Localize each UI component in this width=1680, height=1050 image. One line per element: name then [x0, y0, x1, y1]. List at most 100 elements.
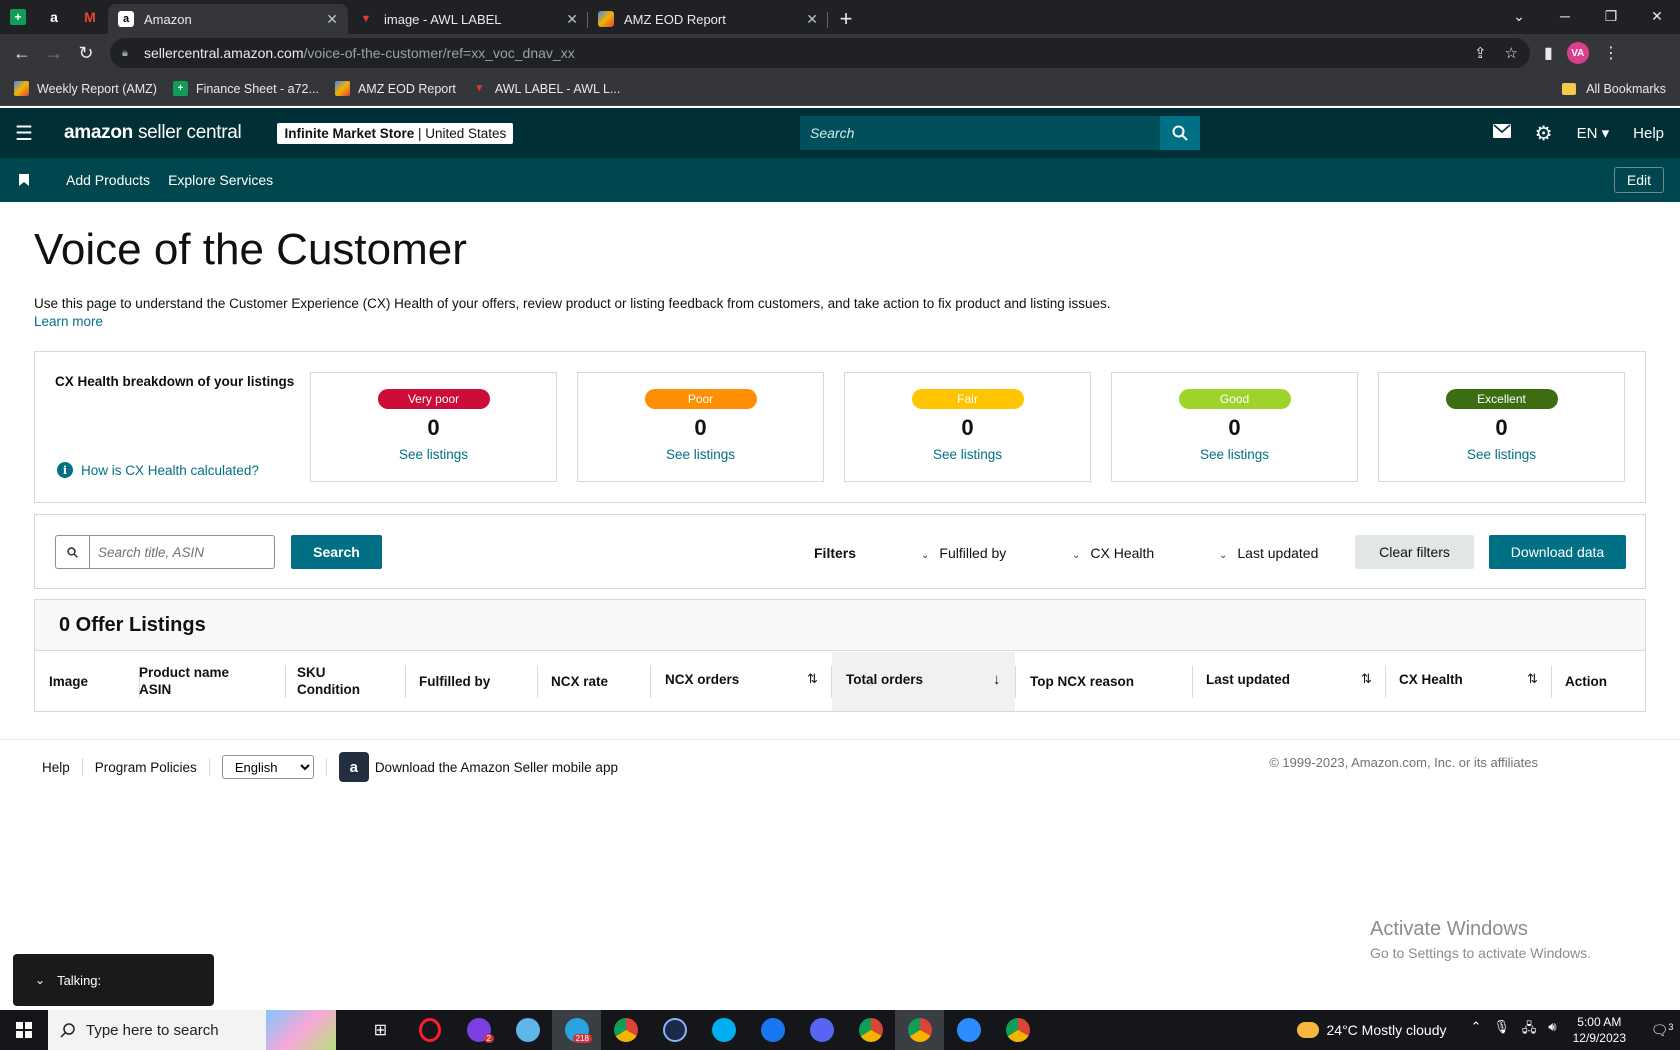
listing-search-field[interactable]: Search title, ASIN — [55, 535, 275, 569]
column-sku[interactable]: SKU Condition — [297, 664, 360, 698]
store-selector[interactable]: Infinite Market Store | United States — [277, 122, 514, 144]
chrome-profile-3-icon[interactable] — [993, 1010, 1042, 1050]
sort-icon[interactable]: ⇅ — [1527, 671, 1538, 687]
volume-icon[interactable]: 🔊︎ — [1548, 1019, 1556, 1041]
column-total-orders[interactable]: Total orders — [846, 671, 923, 688]
minimize-button[interactable]: ─ — [1542, 0, 1588, 32]
menu-kebab-icon[interactable]: ⋮ — [1603, 43, 1619, 63]
forward-button[interactable]: → — [38, 37, 70, 69]
zoom-icon[interactable] — [944, 1010, 993, 1050]
tab-eod-report[interactable]: AMZ EOD Report ✕ — [588, 4, 828, 34]
sort-descending-icon[interactable]: ↓ — [993, 671, 1001, 688]
chevron-up-icon[interactable]: ⌃ — [1470, 1019, 1481, 1041]
profile-avatar[interactable]: VA — [1566, 42, 1589, 64]
address-bar[interactable]: 🔒︎ sellercentral.amazon.com /voice-of-th… — [110, 38, 1530, 68]
cx-health-how-link[interactable]: i How is CX Health calculated? — [57, 462, 259, 478]
restore-button[interactable]: ❐ — [1588, 0, 1634, 32]
pinned-tab-amazon[interactable]: a — [36, 0, 72, 34]
facebook-icon[interactable] — [748, 1010, 797, 1050]
microphone-icon[interactable]: 🎙︎ — [1493, 1019, 1510, 1041]
pinned-tab-gmail[interactable]: M — [72, 0, 108, 34]
windows-start-icon[interactable] — [0, 1010, 48, 1050]
talking-widget[interactable]: ⌄ Talking: — [13, 954, 214, 1006]
tab-amazon[interactable]: a Amazon ✕ — [108, 4, 348, 34]
sidepanel-icon[interactable]: ▮ — [1544, 43, 1553, 63]
see-listings-link[interactable]: See listings — [578, 447, 823, 462]
column-product-name[interactable]: Product name ASIN — [139, 664, 229, 698]
search-button[interactable]: Search — [291, 535, 382, 569]
opera-gx-icon[interactable]: 2 — [454, 1010, 503, 1050]
task-view-icon[interactable]: ⊞ — [356, 1010, 405, 1050]
notification-icon[interactable]: 🗨︎ 3 — [1644, 1022, 1680, 1039]
reload-button[interactable]: ↻ — [70, 37, 102, 69]
gear-icon[interactable]: ⚙ — [1535, 121, 1553, 146]
sort-icon[interactable]: ⇅ — [807, 671, 818, 687]
see-listings-link[interactable]: See listings — [1112, 447, 1357, 462]
add-products-link[interactable]: Add Products — [66, 172, 150, 188]
footer-app-link[interactable]: Download the Amazon Seller mobile app — [375, 760, 618, 775]
tab-search-icon[interactable]: ⌄ — [1496, 0, 1542, 32]
sort-icon[interactable]: ⇅ — [1361, 671, 1372, 687]
learn-more-link[interactable]: Learn more — [34, 314, 103, 329]
amazon-app-icon[interactable]: a — [338, 752, 369, 782]
search-input[interactable]: Search — [800, 125, 1160, 141]
bookmark-finance-sheet[interactable]: + Finance Sheet - a72... — [172, 81, 319, 96]
column-last-updated[interactable]: Last updated — [1206, 671, 1290, 688]
bookmark-awl-label[interactable]: ▼ AWL LABEL - AWL L... — [472, 81, 620, 96]
footer-help-link[interactable]: Help — [42, 760, 70, 775]
see-listings-link[interactable]: See listings — [1379, 447, 1624, 462]
taskbar-clock[interactable]: 5:00 AM 12/9/2023 — [1573, 1014, 1626, 1046]
clock-app-icon[interactable] — [650, 1010, 699, 1050]
opera-icon[interactable] — [405, 1010, 454, 1050]
close-icon[interactable]: ✕ — [566, 11, 578, 28]
bookmark-star-icon[interactable]: ☆ — [1505, 44, 1518, 62]
telegram-icon[interactable]: 218 — [552, 1010, 601, 1050]
column-fulfilled-by[interactable]: Fulfilled by — [419, 673, 490, 690]
taskbar-search[interactable]: Type here to search — [48, 1010, 336, 1050]
bookmark-weekly-report[interactable]: Weekly Report (AMZ) — [14, 81, 157, 96]
bookmark-eod-report[interactable]: AMZ EOD Report — [334, 81, 456, 96]
edit-button[interactable]: Edit — [1613, 167, 1664, 193]
column-ncx-rate[interactable]: NCX rate — [551, 673, 608, 690]
explore-services-link[interactable]: Explore Services — [168, 172, 273, 188]
discord-icon[interactable] — [797, 1010, 846, 1050]
bookmark-icon[interactable] — [0, 174, 48, 186]
network-icon[interactable]: 🖧︎ — [1522, 1019, 1537, 1041]
chevron-down-icon: ⌄ — [1072, 550, 1081, 561]
fulfilled-by-dropdown[interactable]: ⌄ Fulfilled by — [921, 545, 1006, 561]
search-button[interactable] — [1160, 116, 1200, 150]
weather-widget[interactable]: 24°C Mostly cloudy — [1296, 1022, 1446, 1038]
footer-policies-link[interactable]: Program Policies — [95, 760, 197, 775]
see-listings-link[interactable]: See listings — [311, 447, 556, 462]
chrome-profile-va-icon[interactable] — [895, 1010, 944, 1050]
help-link[interactable]: Help — [1633, 125, 1664, 142]
column-ncx-orders[interactable]: NCX orders — [665, 671, 739, 688]
footer-language-select[interactable]: English — [221, 755, 314, 779]
share-icon[interactable]: ⇪ — [1474, 44, 1487, 62]
close-icon[interactable]: ✕ — [806, 11, 818, 28]
column-divider — [1015, 666, 1016, 698]
all-bookmarks[interactable]: All Bookmarks — [1562, 72, 1666, 106]
back-button[interactable]: ← — [6, 37, 38, 69]
close-icon[interactable]: ✕ — [326, 11, 338, 28]
tab-awl-label[interactable]: ▼ image - AWL LABEL ✕ — [348, 4, 588, 34]
skype-icon[interactable] — [699, 1010, 748, 1050]
mail-icon[interactable] — [1492, 124, 1511, 142]
seller-central-logo[interactable]: amazon seller central — [64, 122, 242, 144]
last-updated-dropdown[interactable]: ⌄ Last updated — [1219, 545, 1318, 561]
cx-health-dropdown[interactable]: ⌄ CX Health — [1072, 545, 1154, 561]
see-listings-link[interactable]: See listings — [845, 447, 1090, 462]
clear-filters-button[interactable]: Clear filters — [1355, 535, 1474, 569]
listing-search-input[interactable]: Search title, ASIN — [90, 545, 204, 560]
paint-icon[interactable] — [503, 1010, 552, 1050]
close-window-button[interactable]: ✕ — [1634, 0, 1680, 32]
column-top-ncx-reason[interactable]: Top NCX reason — [1030, 673, 1134, 690]
column-cx-health[interactable]: CX Health — [1399, 671, 1463, 688]
language-selector[interactable]: EN ▾ — [1577, 124, 1610, 142]
pinned-tab-sheets[interactable]: + — [0, 0, 36, 34]
chrome-icon[interactable] — [601, 1010, 650, 1050]
new-tab-button[interactable]: + — [828, 4, 864, 34]
chrome-profile-w-icon[interactable] — [846, 1010, 895, 1050]
hamburger-menu-icon[interactable]: ☰ — [0, 108, 48, 158]
download-data-button[interactable]: Download data — [1489, 535, 1626, 569]
